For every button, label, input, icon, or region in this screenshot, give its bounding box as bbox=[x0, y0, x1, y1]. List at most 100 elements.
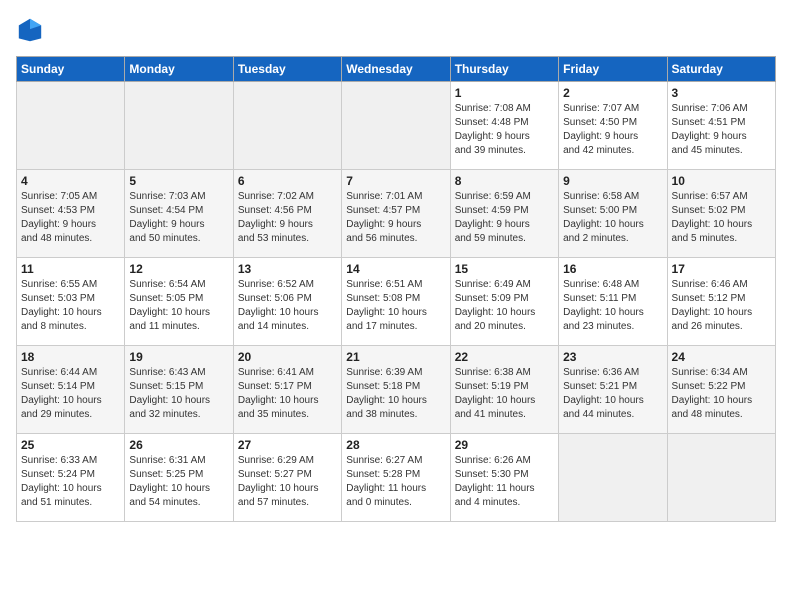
day-cell: 25 Sunrise: 6:33 AM Sunset: 5:24 PM Dayli… bbox=[17, 434, 125, 522]
day-number: 23 bbox=[563, 350, 662, 364]
header-saturday: Saturday bbox=[667, 57, 775, 82]
day-info: Sunrise: 6:59 AM Sunset: 4:59 PM Dayligh… bbox=[455, 190, 554, 246]
day-cell: 10 Sunrise: 6:57 AM Sunset: 5:02 PM Dayli… bbox=[667, 170, 775, 258]
day-info: Sunrise: 7:02 AM Sunset: 4:56 PM Dayligh… bbox=[238, 190, 337, 246]
day-cell: 17 Sunrise: 6:46 AM Sunset: 5:12 PM Dayli… bbox=[667, 258, 775, 346]
week-row-0: 1 Sunrise: 7:08 AM Sunset: 4:48 PM Daylig… bbox=[17, 82, 776, 170]
header-row: SundayMondayTuesdayWednesdayThursdayFrid… bbox=[17, 57, 776, 82]
day-number: 7 bbox=[346, 174, 445, 188]
week-row-2: 11 Sunrise: 6:55 AM Sunset: 5:03 PM Dayli… bbox=[17, 258, 776, 346]
logo bbox=[16, 16, 48, 44]
day-cell: 22 Sunrise: 6:38 AM Sunset: 5:19 PM Dayli… bbox=[450, 346, 558, 434]
day-number: 2 bbox=[563, 86, 662, 100]
day-info: Sunrise: 7:06 AM Sunset: 4:51 PM Dayligh… bbox=[672, 102, 771, 158]
day-cell: 9 Sunrise: 6:58 AM Sunset: 5:00 PM Daylig… bbox=[559, 170, 667, 258]
day-number: 14 bbox=[346, 262, 445, 276]
day-cell bbox=[342, 82, 450, 170]
day-number: 28 bbox=[346, 438, 445, 452]
week-row-4: 25 Sunrise: 6:33 AM Sunset: 5:24 PM Dayli… bbox=[17, 434, 776, 522]
day-number: 27 bbox=[238, 438, 337, 452]
day-number: 9 bbox=[563, 174, 662, 188]
calendar-body: 1 Sunrise: 7:08 AM Sunset: 4:48 PM Daylig… bbox=[17, 82, 776, 522]
day-info: Sunrise: 6:31 AM Sunset: 5:25 PM Dayligh… bbox=[129, 454, 228, 510]
day-info: Sunrise: 7:07 AM Sunset: 4:50 PM Dayligh… bbox=[563, 102, 662, 158]
day-cell: 13 Sunrise: 6:52 AM Sunset: 5:06 PM Dayli… bbox=[233, 258, 341, 346]
day-cell: 19 Sunrise: 6:43 AM Sunset: 5:15 PM Dayli… bbox=[125, 346, 233, 434]
day-info: Sunrise: 6:55 AM Sunset: 5:03 PM Dayligh… bbox=[21, 278, 120, 334]
day-cell: 26 Sunrise: 6:31 AM Sunset: 5:25 PM Dayli… bbox=[125, 434, 233, 522]
day-info: Sunrise: 6:36 AM Sunset: 5:21 PM Dayligh… bbox=[563, 366, 662, 422]
header-thursday: Thursday bbox=[450, 57, 558, 82]
day-cell bbox=[125, 82, 233, 170]
day-cell: 18 Sunrise: 6:44 AM Sunset: 5:14 PM Dayli… bbox=[17, 346, 125, 434]
day-cell: 14Sunrise: 6:51 AM Sunset: 5:08 PM Dayli… bbox=[342, 258, 450, 346]
week-row-1: 4 Sunrise: 7:05 AM Sunset: 4:53 PM Daylig… bbox=[17, 170, 776, 258]
day-info: Sunrise: 6:58 AM Sunset: 5:00 PM Dayligh… bbox=[563, 190, 662, 246]
day-cell bbox=[17, 82, 125, 170]
calendar-header: SundayMondayTuesdayWednesdayThursdayFrid… bbox=[17, 57, 776, 82]
day-number: 4 bbox=[21, 174, 120, 188]
day-number: 22 bbox=[455, 350, 554, 364]
day-cell: 21 Sunrise: 6:39 AM Sunset: 5:18 PM Dayli… bbox=[342, 346, 450, 434]
day-info: Sunrise: 6:41 AM Sunset: 5:17 PM Dayligh… bbox=[238, 366, 337, 422]
header-sunday: Sunday bbox=[17, 57, 125, 82]
day-number: 16 bbox=[563, 262, 662, 276]
day-info: Sunrise: 6:29 AM Sunset: 5:27 PM Dayligh… bbox=[238, 454, 337, 510]
day-cell: 11 Sunrise: 6:55 AM Sunset: 5:03 PM Dayli… bbox=[17, 258, 125, 346]
day-cell: 2 Sunrise: 7:07 AM Sunset: 4:50 PM Daylig… bbox=[559, 82, 667, 170]
day-number: 12 bbox=[129, 262, 228, 276]
day-number: 8 bbox=[455, 174, 554, 188]
day-cell: 8 Sunrise: 6:59 AM Sunset: 4:59 PM Daylig… bbox=[450, 170, 558, 258]
day-info: Sunrise: 6:54 AM Sunset: 5:05 PM Dayligh… bbox=[129, 278, 228, 334]
day-info: Sunrise: 6:57 AM Sunset: 5:02 PM Dayligh… bbox=[672, 190, 771, 246]
week-row-3: 18 Sunrise: 6:44 AM Sunset: 5:14 PM Dayli… bbox=[17, 346, 776, 434]
day-number: 10 bbox=[672, 174, 771, 188]
day-info: Sunrise: 7:03 AM Sunset: 4:54 PM Dayligh… bbox=[129, 190, 228, 246]
day-number: 24 bbox=[672, 350, 771, 364]
day-cell: 12 Sunrise: 6:54 AM Sunset: 5:05 PM Dayli… bbox=[125, 258, 233, 346]
day-cell: 7 Sunrise: 7:01 AM Sunset: 4:57 PM Daylig… bbox=[342, 170, 450, 258]
day-number: 19 bbox=[129, 350, 228, 364]
day-info: Sunrise: 7:05 AM Sunset: 4:53 PM Dayligh… bbox=[21, 190, 120, 246]
page-header bbox=[16, 16, 776, 44]
header-wednesday: Wednesday bbox=[342, 57, 450, 82]
calendar-table: SundayMondayTuesdayWednesdayThursdayFrid… bbox=[16, 56, 776, 522]
day-info: Sunrise: 7:01 AM Sunset: 4:57 PM Dayligh… bbox=[346, 190, 445, 246]
day-cell: 15 Sunrise: 6:49 AM Sunset: 5:09 PM Dayli… bbox=[450, 258, 558, 346]
day-number: 21 bbox=[346, 350, 445, 364]
day-number: 1 bbox=[455, 86, 554, 100]
day-info: Sunrise: 6:38 AM Sunset: 5:19 PM Dayligh… bbox=[455, 366, 554, 422]
day-number: 25 bbox=[21, 438, 120, 452]
day-cell: 29 Sunrise: 6:26 AM Sunset: 5:30 PM Dayli… bbox=[450, 434, 558, 522]
day-info: Sunrise: 6:34 AM Sunset: 5:22 PM Dayligh… bbox=[672, 366, 771, 422]
day-number: 11 bbox=[21, 262, 120, 276]
day-info: Sunrise: 6:49 AM Sunset: 5:09 PM Dayligh… bbox=[455, 278, 554, 334]
day-number: 18 bbox=[21, 350, 120, 364]
day-info: Sunrise: 6:39 AM Sunset: 5:18 PM Dayligh… bbox=[346, 366, 445, 422]
day-info: Sunrise: 6:44 AM Sunset: 5:14 PM Dayligh… bbox=[21, 366, 120, 422]
day-info: Sunrise: 6:46 AM Sunset: 5:12 PM Dayligh… bbox=[672, 278, 771, 334]
day-info: Sunrise: 7:08 AM Sunset: 4:48 PM Dayligh… bbox=[455, 102, 554, 158]
header-monday: Monday bbox=[125, 57, 233, 82]
day-info: Sunrise: 6:43 AM Sunset: 5:15 PM Dayligh… bbox=[129, 366, 228, 422]
day-cell: 6 Sunrise: 7:02 AM Sunset: 4:56 PM Daylig… bbox=[233, 170, 341, 258]
day-number: 15 bbox=[455, 262, 554, 276]
day-cell bbox=[559, 434, 667, 522]
day-number: 20 bbox=[238, 350, 337, 364]
header-friday: Friday bbox=[559, 57, 667, 82]
day-number: 13 bbox=[238, 262, 337, 276]
day-number: 29 bbox=[455, 438, 554, 452]
day-number: 26 bbox=[129, 438, 228, 452]
logo-icon bbox=[16, 16, 44, 44]
day-number: 17 bbox=[672, 262, 771, 276]
day-number: 6 bbox=[238, 174, 337, 188]
day-number: 5 bbox=[129, 174, 228, 188]
day-info: Sunrise: 6:52 AM Sunset: 5:06 PM Dayligh… bbox=[238, 278, 337, 334]
day-cell: 20 Sunrise: 6:41 AM Sunset: 5:17 PM Dayli… bbox=[233, 346, 341, 434]
day-info: Sunrise: 6:33 AM Sunset: 5:24 PM Dayligh… bbox=[21, 454, 120, 510]
day-info: Sunrise: 6:48 AM Sunset: 5:11 PM Dayligh… bbox=[563, 278, 662, 334]
day-info: Sunrise: 6:26 AM Sunset: 5:30 PM Dayligh… bbox=[455, 454, 554, 510]
day-cell bbox=[233, 82, 341, 170]
day-cell: 5 Sunrise: 7:03 AM Sunset: 4:54 PM Daylig… bbox=[125, 170, 233, 258]
day-cell: 1 Sunrise: 7:08 AM Sunset: 4:48 PM Daylig… bbox=[450, 82, 558, 170]
